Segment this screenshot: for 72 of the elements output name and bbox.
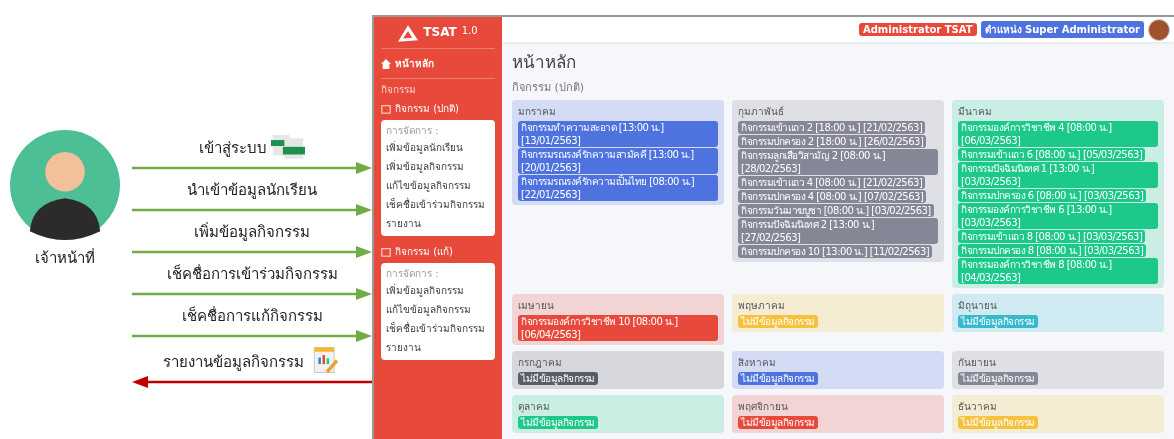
month-name: พฤษภาคม [738,299,786,313]
sidebar-nav-item[interactable]: กิจกรรม (ปกติ) [381,97,495,120]
logo-text: TSAT [423,25,457,39]
event-badge[interactable]: กิจกรรมรณรงค์รักความเป็นไทย [08:00 น.] [22/01/2563] [518,175,718,201]
event-badge[interactable]: กิจกรรมปัจฉิมนิเทศ 1 [13:00 น.] [03/03/2563] [958,162,1158,188]
event-badge[interactable]: ไม่มีข้อมูลกิจกรรม [738,416,818,429]
flow-label: เช็คชื่อการแก้กิจกรรม [181,305,323,327]
submenu-item[interactable]: เช็คชื่อเข้าร่วมกิจกรรม [386,319,485,338]
version-label: 1.0 [461,25,478,36]
actor-label: เจ้าหน้าที่ [35,247,95,269]
logo-icon [398,25,419,42]
event-badge[interactable]: กิจกรรมวันมาฆบูชา [08:00 น.] [03/02/2563] [738,204,934,217]
month-name: สิงหาคม [738,356,777,370]
folder-icon [381,246,391,257]
event-badge[interactable]: กิจกรรมปกครอง 2 [18:00 น.] [26/02/2563] [738,135,927,148]
month-name: เมษายน [518,299,555,313]
sidebar-section-label: กิจกรรม [381,83,417,97]
flow-label: รายงานข้อมูลกิจกรรม [162,351,304,373]
flow-label: เช็คชื่อการเข้าร่วมกิจกรรม [166,263,338,285]
submenu-item[interactable]: แก้ไขข้อมูลกิจกรรม [386,300,471,319]
submenu-item[interactable]: แก้ไขข้อมูลกิจกรรม [386,176,471,195]
submenu-item[interactable]: รายงาน [386,214,421,233]
page-title: หน้าหลัก [512,51,577,74]
event-badge[interactable]: ไม่มีข้อมูลกิจกรรม [958,315,1038,328]
submenu-item[interactable]: เช็คชื่อเข้าร่วมกิจกรรม [386,195,485,214]
event-badge[interactable]: กิจกรรมปกครอง 10 [13:00 น.] [11/02/2563] [738,245,933,258]
month-name: ตุลาคม [518,400,551,414]
event-badge[interactable]: กิจกรรมปกครอง 8 [08:00 น.] [03/03/2563] [958,244,1147,257]
month-name: พฤศจิกายน [738,400,789,414]
event-badge[interactable]: กิจกรรมองค์การวิชาชีพ 8 [08:00 น.] [04/03/2563] [958,258,1158,284]
event-badge[interactable]: กิจกรรมเข้าแถว 2 [18:00 น.] [21/02/2563] [738,121,926,134]
event-badge[interactable]: ไม่มีข้อมูลกิจกรรม [958,372,1038,385]
event-badge[interactable]: กิจกรรมองค์การวิชาชีพ 10 [08:00 น.] [06/04/2563] [518,315,718,341]
home-nav-item[interactable]: หน้าหลัก [381,49,495,79]
month-name: กรกฎาคม [518,356,563,370]
event-badge[interactable]: กิจกรรมองค์การวิชาชีพ 4 [08:00 น.] [06/03/2563] [958,121,1158,147]
event-badge[interactable]: กิจกรรมเข้าแถว 4 [08:00 น.] [21/02/2563] [738,176,926,189]
month-name: มกราคม [518,105,557,119]
user-badge: ตำแหน่ง Super Administrator [980,21,1144,38]
event-badge[interactable]: กิจกรรมรณรงค์รักความสามัคคี [13:00 น.] [20/01/2563] [518,148,718,174]
month-name: มีนาคม [958,105,993,119]
user-avatar[interactable] [1148,18,1170,41]
flow-label: เข้าสู่ระบบ [199,137,267,159]
submenu-label: การจัดการ : [386,267,440,281]
submenu-item[interactable]: เพิ่มข้อมูลกิจกรรม [386,281,464,300]
home-icon [381,58,391,69]
user-badge: Administrator TSAT [858,23,977,36]
flow-label: นำเข้าข้อมูลนักเรียน [187,179,317,201]
person-avatar-icon [10,129,120,240]
submenu-item[interactable]: เพิ่มข้อมูลกิจกรรม [386,157,464,176]
month-name: ธันวาคม [958,400,998,414]
month-name: กุมภาพันธ์ [738,105,785,119]
event-badge[interactable]: ไม่มีข้อมูลกิจกรรม [738,372,818,385]
event-badge[interactable]: กิจกรรมลูกเสือวิสามัญ 2 [08:00 น.] [28/02/2563] [738,149,938,175]
folder-icon [381,103,391,114]
month-name: กันยายน [958,356,997,370]
event-badge[interactable]: กิจกรรมองค์การวิชาชีพ 6 [13:00 น.] [03/03/2563] [958,203,1158,229]
submenu-item[interactable]: รายงาน [386,338,421,357]
submenu-item[interactable]: เพิ่มข้อมูลนักเรียน [386,138,463,157]
event-badge[interactable]: กิจกรรมเข้าแถว 6 [08:00 น.] [05/03/2563] [958,148,1146,161]
event-badge[interactable]: กิจกรรมปัจฉิมนิเทศ 2 [13:00 น.] [27/02/2563] [738,218,938,244]
event-badge[interactable]: กิจกรรมปกครอง 4 [08:00 น.] [07/02/2563] [738,190,927,203]
event-badge[interactable]: ไม่มีข้อมูลกิจกรรม [518,416,598,429]
event-badge[interactable]: กิจกรรมเข้าแถว 8 [08:00 น.] [03/03/2563] [958,230,1146,243]
event-badge[interactable]: กิจกรรมทำความสะอาด [13:00 น.] [13/01/2563] [518,121,718,147]
event-badge[interactable]: ไม่มีข้อมูลกิจกรรม [518,372,598,385]
month-name: มิถุนายน [958,299,998,313]
section-title: กิจกรรม (ปกติ) [512,80,586,96]
submenu-label: การจัดการ : [386,124,440,138]
sidebar-nav-item[interactable]: กิจกรรม (แก้) [381,240,495,263]
flow-label: เพิ่มข้อมูลกิจกรรม [194,221,310,243]
event-badge[interactable]: กิจกรรมปกครอง 6 [08:00 น.] [03/03/2563] [958,189,1147,202]
